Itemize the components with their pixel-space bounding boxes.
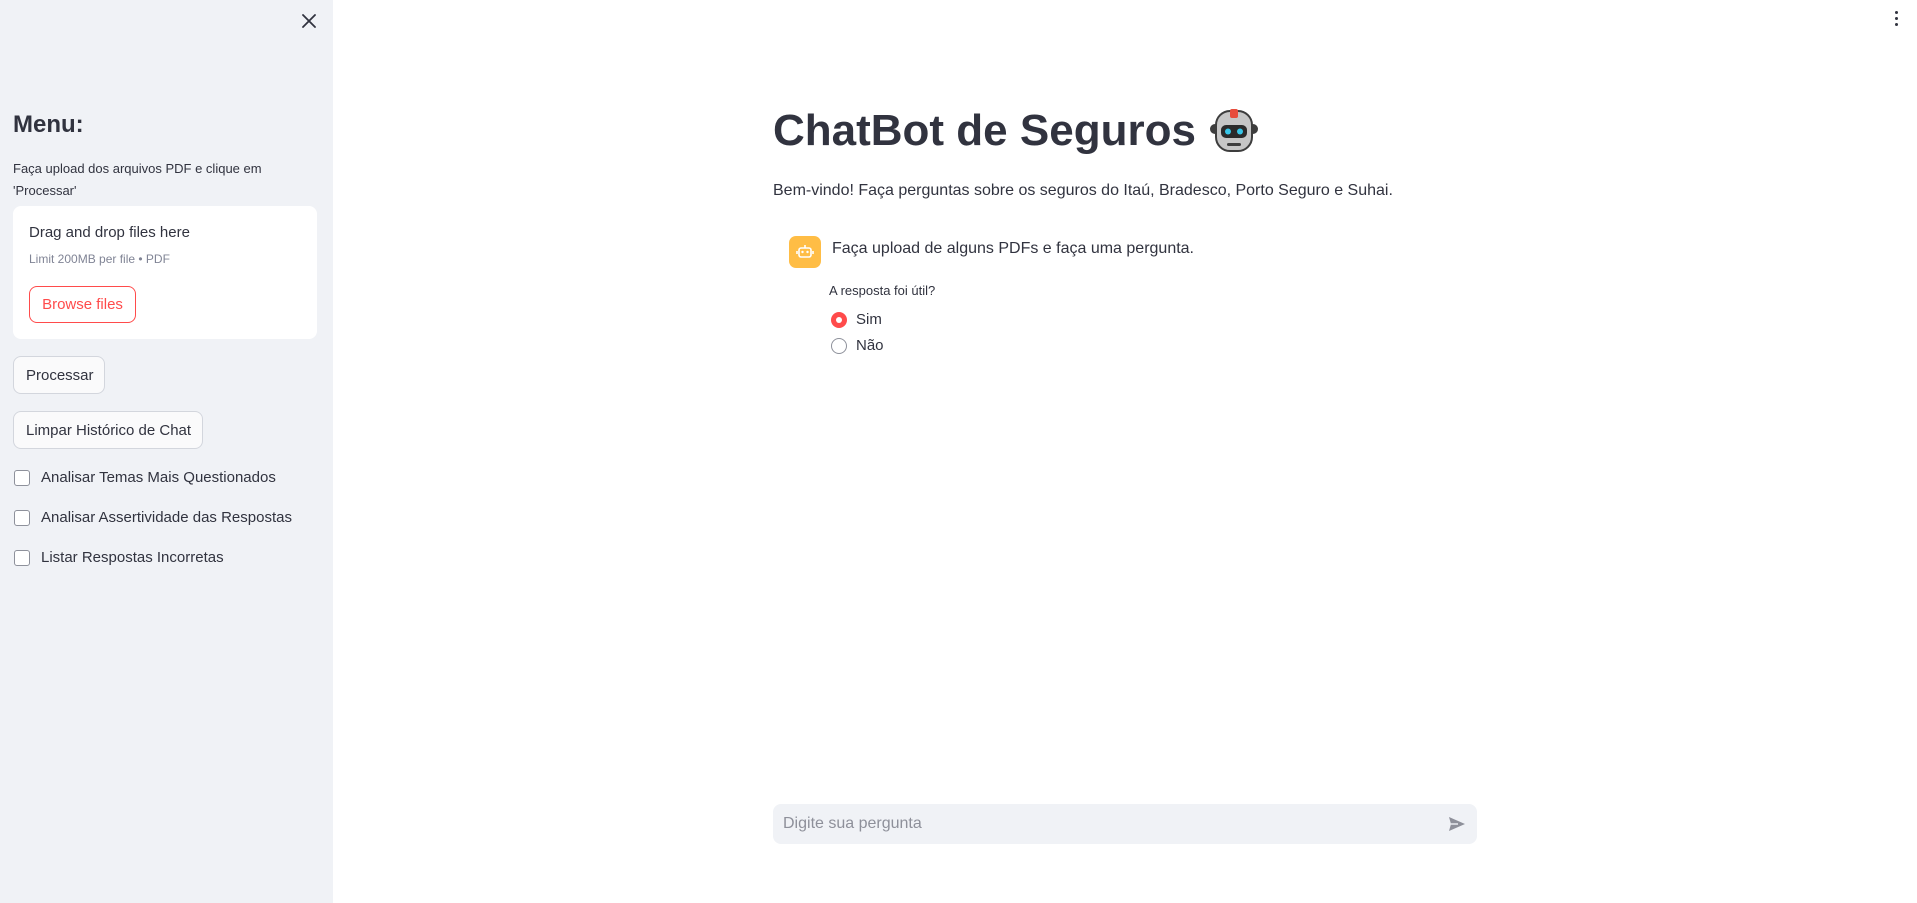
file-uploader[interactable]: Drag and drop files here Limit 200MB per… [13,206,317,339]
sidebar-title: Menu: [13,111,84,138]
radio-label: Não [856,337,884,354]
chat-input[interactable] [773,804,1437,844]
close-sidebar-button[interactable] [296,8,322,34]
send-button[interactable] [1437,804,1477,844]
process-button[interactable]: Processar [13,356,105,394]
checkbox-analyze-topics[interactable]: Analisar Temas Mais Questionados [14,469,276,486]
close-icon [302,14,316,28]
chat-message: Faça upload de alguns PDFs e faça uma pe… [789,236,1194,268]
send-icon [1449,817,1465,831]
clear-history-button[interactable]: Limpar Histórico de Chat [13,411,203,449]
radio-option-nao[interactable]: Não [831,337,884,354]
dot-icon [1894,16,1898,20]
checkbox-label: Analisar Assertividade das Respostas [41,509,292,526]
checkbox-list-incorrect[interactable]: Listar Respostas Incorretas [14,549,224,566]
chat-message-text: Faça upload de alguns PDFs e faça uma pe… [832,240,1194,257]
dot-icon [1894,22,1898,26]
robot-icon [796,245,814,258]
page-title-text: ChatBot de Seguros [773,106,1196,155]
app: Menu: Faça upload dos arquivos PDF e cli… [0,0,1917,903]
radio-button[interactable] [831,337,847,354]
feedback-label: A resposta foi útil? [829,283,936,298]
radio-option-sim[interactable]: Sim [831,311,882,328]
sidebar-instructions: Faça upload dos arquivos PDF e clique em… [13,161,262,198]
uploader-limit: Limit 200MB per file • PDF [29,252,170,266]
sidebar: Menu: Faça upload dos arquivos PDF e cli… [0,0,333,903]
uploader-title: Drag and drop files here [29,224,190,241]
checkbox-box[interactable] [14,509,30,526]
checkbox-label: Analisar Temas Mais Questionados [41,469,276,486]
radio-button-selected[interactable] [831,311,847,328]
checkbox-label: Listar Respostas Incorretas [41,549,224,566]
browse-files-button[interactable]: Browse files [29,286,136,323]
checkbox-analyze-accuracy[interactable]: Analisar Assertividade das Respostas [14,509,292,526]
checkbox-box[interactable] [14,469,30,486]
page-title: ChatBot de Seguros [773,105,1260,157]
welcome-text: Bem-vindo! Faça perguntas sobre os segur… [773,182,1393,199]
chat-input-container [773,804,1477,844]
assistant-avatar [789,236,821,268]
robot-emoji-icon [1209,109,1258,152]
checkbox-box[interactable] [14,549,30,566]
dot-icon [1894,10,1898,14]
radio-label: Sim [856,311,882,328]
main-menu-button[interactable] [1890,8,1902,28]
